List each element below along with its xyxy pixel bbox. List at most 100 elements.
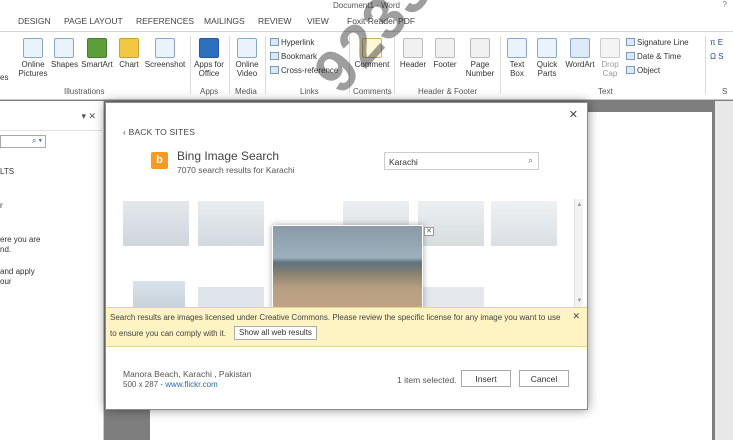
separator [229, 36, 230, 94]
image-search-box: ⌕ [384, 152, 539, 170]
screenshot-button[interactable]: Screenshot [143, 38, 187, 69]
header-icon [403, 38, 423, 58]
smartart-button[interactable]: SmartArt [79, 38, 115, 69]
wordart-button[interactable]: WordArt [563, 38, 597, 69]
ribbon-tabs: DESIGN PAGE LAYOUT REFERENCES MAILINGS R… [0, 12, 733, 32]
pane-text: r [0, 201, 3, 210]
group-comments-label: Comments [353, 87, 392, 96]
header-button[interactable]: Header [398, 38, 428, 69]
group-illustrations-label: Illustrations [64, 87, 105, 96]
result-thumbnail[interactable] [491, 201, 557, 246]
preview-close-icon[interactable]: ✕ [424, 227, 434, 236]
image-source-link[interactable]: www.flickr.com [165, 380, 217, 389]
shapes-button[interactable]: Shapes [51, 38, 78, 69]
pane-text: ere you are [0, 235, 41, 244]
object-button[interactable]: Object [626, 66, 660, 75]
online-pictures-button[interactable]: Online Pictures [17, 38, 49, 78]
help-button[interactable]: ? [723, 0, 727, 9]
online-video-button[interactable]: Online Video [232, 38, 262, 78]
scroll-up-icon[interactable]: ▲ [575, 201, 584, 209]
group-media-label: Media [235, 87, 257, 96]
result-count: 7070 search results for Karachi [177, 165, 295, 175]
screenshot-icon [155, 38, 175, 58]
result-thumbnail[interactable] [123, 201, 189, 246]
group-links-label: Links [300, 87, 319, 96]
image-search-input[interactable] [389, 155, 519, 168]
date-time-icon [626, 52, 635, 60]
image-title: Manora Beach, Karachi , Pakistan [123, 369, 252, 379]
drop-cap-icon [600, 38, 620, 58]
back-to-sites-link[interactable]: ‹ BACK TO SITES [123, 127, 195, 137]
navigation-pane: ▾ ✕ ⌕ ▾ LTS r ere you are nd. and apply … [0, 101, 104, 440]
bookmark-button[interactable]: Bookmark [270, 52, 317, 61]
document-scrollbar[interactable] [715, 101, 733, 440]
search-icon[interactable]: ⌕ [528, 155, 533, 166]
pane-search-box[interactable]: ⌕ ▾ [0, 135, 46, 148]
hyperlink-button[interactable]: Hyperlink [270, 38, 314, 47]
comment-button[interactable]: Comment [353, 38, 391, 69]
date-time-button[interactable]: Date & Time [626, 52, 681, 61]
apps-icon [199, 38, 219, 58]
online-video-icon [237, 38, 257, 58]
tab-foxit-reader-pdf[interactable]: Foxit Reader PDF [347, 16, 415, 26]
shapes-icon [54, 38, 74, 58]
quick-parts-button[interactable]: Quick Parts [532, 38, 562, 78]
hovered-image-preview[interactable] [272, 225, 423, 310]
footer-icon [435, 38, 455, 58]
pane-text: nd. [0, 245, 12, 254]
page-number-button[interactable]: Page Number [462, 38, 498, 78]
symbol-button[interactable]: Ω S [710, 52, 724, 61]
quick-parts-icon [537, 38, 557, 58]
image-meta: 500 x 287 - www.flickr.com [123, 380, 218, 389]
comment-icon [362, 38, 382, 58]
result-thumbnail[interactable] [418, 201, 484, 246]
tab-design[interactable]: DESIGN [18, 16, 51, 26]
close-notice-icon[interactable]: ✕ [572, 311, 580, 322]
text-box-button[interactable]: Text Box [503, 38, 531, 78]
object-icon [626, 66, 635, 74]
footer-button[interactable]: Footer [430, 38, 460, 69]
insert-button[interactable]: Insert [461, 370, 511, 387]
drop-cap-button[interactable]: Drop Cap [598, 38, 622, 78]
scroll-down-icon[interactable]: ▼ [575, 297, 584, 305]
pane-text: our [0, 277, 12, 286]
separator [265, 36, 266, 94]
tab-mailings[interactable]: MAILINGS [204, 16, 245, 26]
tab-review[interactable]: REVIEW [258, 16, 292, 26]
signature-line-icon [626, 38, 635, 46]
insert-pictures-dialog: ✕ ‹ BACK TO SITES b Bing Image Search 70… [105, 102, 588, 410]
license-notice: Search results are images licensed under… [106, 307, 587, 347]
separator [394, 36, 395, 94]
pane-controls[interactable]: ▾ ✕ [81, 111, 96, 122]
close-icon[interactable]: ✕ [569, 108, 578, 121]
search-icon: ⌕ ▾ [31, 136, 42, 145]
pane-header: ▾ ✕ [0, 101, 104, 131]
group-apps-label: Apps [200, 87, 219, 96]
signature-line-button[interactable]: Signature Line [626, 38, 689, 47]
text-box-icon [507, 38, 527, 58]
result-thumbnail[interactable] [198, 201, 264, 246]
result-thumbnail[interactable] [133, 281, 185, 307]
tab-page-layout[interactable]: PAGE LAYOUT [64, 16, 123, 26]
window-title: Document1 - Word [333, 1, 400, 10]
smartart-icon [87, 38, 107, 58]
source-title: Bing Image Search [177, 149, 280, 163]
tab-view[interactable]: VIEW [307, 16, 329, 26]
license-notice-text: Search results are images licensed under… [110, 313, 561, 322]
results-scrollbar[interactable]: ▲ ▼ [574, 199, 583, 307]
separator [705, 36, 706, 94]
chart-icon [119, 38, 139, 58]
cancel-button[interactable]: Cancel [519, 370, 569, 387]
show-all-web-results-button[interactable]: Show all web results [234, 326, 317, 340]
chart-button[interactable]: Chart [117, 38, 141, 69]
wordart-icon [570, 38, 590, 58]
apps-for-office-button[interactable]: Apps for Office [191, 38, 227, 78]
partial-label: es [0, 73, 9, 82]
image-dimensions: 500 x 287 - [123, 380, 164, 389]
result-thumbnail[interactable] [418, 287, 484, 307]
result-thumbnail[interactable] [198, 287, 264, 307]
cross-reference-button[interactable]: Cross-reference [270, 66, 338, 75]
hyperlink-icon [270, 38, 279, 46]
equation-button[interactable]: π E [710, 38, 723, 47]
tab-references[interactable]: REFERENCES [136, 16, 194, 26]
